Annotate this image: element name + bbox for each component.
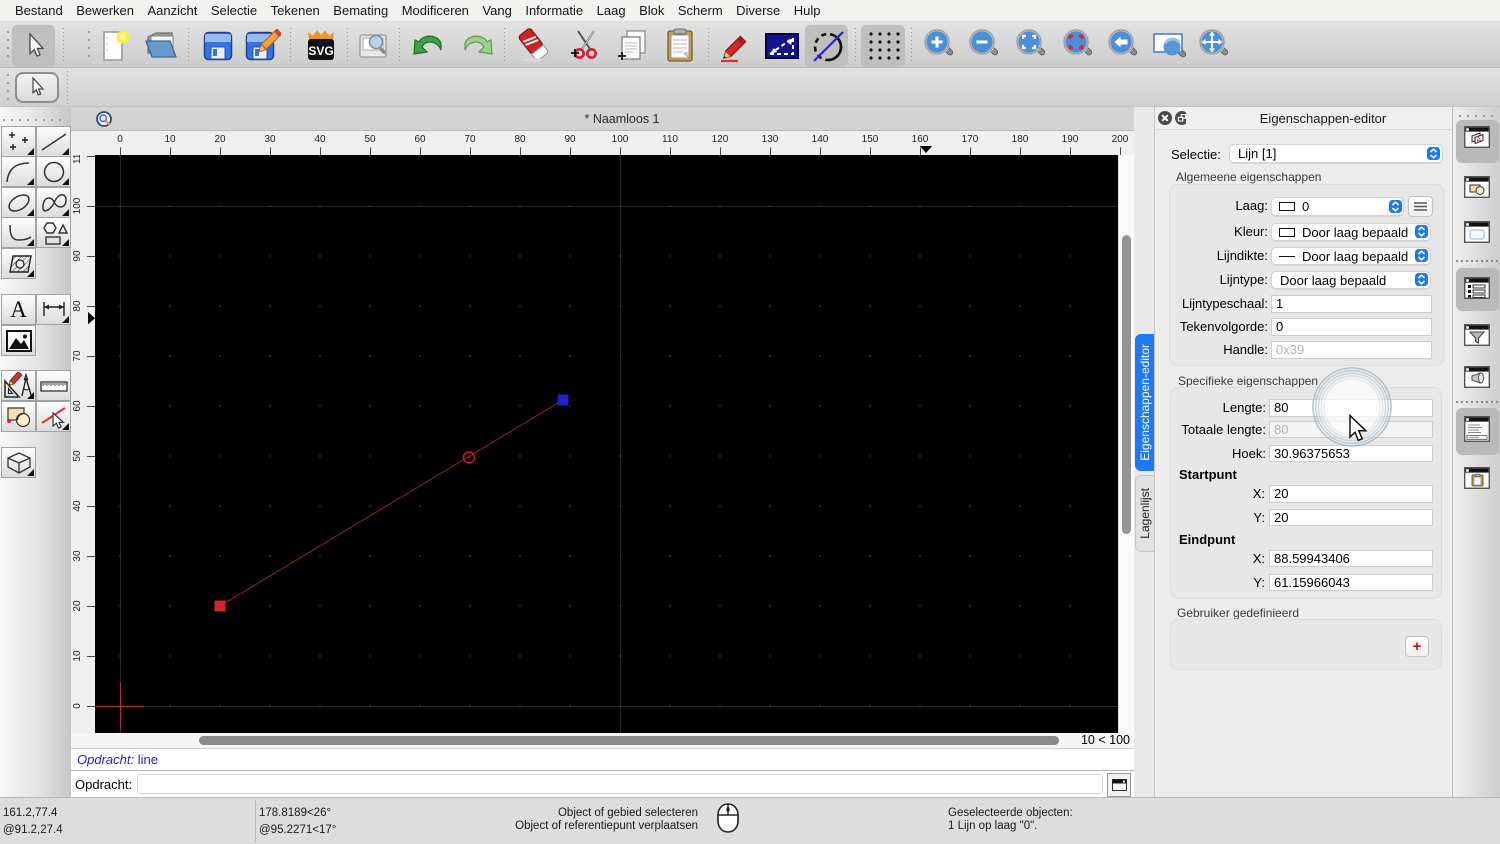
svg-text:80: 80: [72, 300, 83, 312]
svg-text:30: 30: [264, 134, 276, 145]
svg-text:90: 90: [564, 134, 576, 145]
svg-text:110: 110: [662, 134, 678, 145]
svg-text:20: 20: [72, 600, 83, 612]
svg-text:160: 160: [912, 134, 929, 145]
svg-text:100: 100: [72, 197, 83, 214]
svg-text:120: 120: [712, 134, 729, 145]
svg-text:0: 0: [72, 703, 83, 709]
svg-text:100: 100: [612, 134, 629, 145]
svg-text:70: 70: [464, 134, 476, 145]
svg-text:140: 140: [812, 134, 829, 145]
svg-text:50: 50: [364, 134, 376, 145]
svg-text:200: 200: [1112, 134, 1129, 145]
svg-text:60: 60: [414, 134, 426, 145]
svg-text:80: 80: [514, 134, 526, 145]
svg-text:150: 150: [862, 134, 879, 145]
svg-text:180: 180: [1012, 134, 1029, 145]
svg-text:50: 50: [72, 450, 83, 462]
svg-text:70: 70: [72, 350, 83, 362]
svg-text:10: 10: [72, 650, 83, 662]
svg-text:20: 20: [214, 134, 226, 145]
svg-text:170: 170: [962, 134, 979, 145]
svg-text:10: 10: [164, 134, 176, 145]
svg-text:30: 30: [72, 550, 83, 562]
svg-text:130: 130: [762, 134, 779, 145]
svg-text:60: 60: [72, 400, 83, 412]
svg-text:0: 0: [117, 134, 123, 145]
svg-text:SVG: SVG: [308, 44, 333, 58]
svg-text:40: 40: [314, 134, 326, 145]
svg-text:90: 90: [72, 250, 83, 262]
svg-text:190: 190: [1062, 134, 1079, 145]
svg-text:110: 110: [72, 155, 83, 164]
svg-text:40: 40: [72, 500, 83, 512]
